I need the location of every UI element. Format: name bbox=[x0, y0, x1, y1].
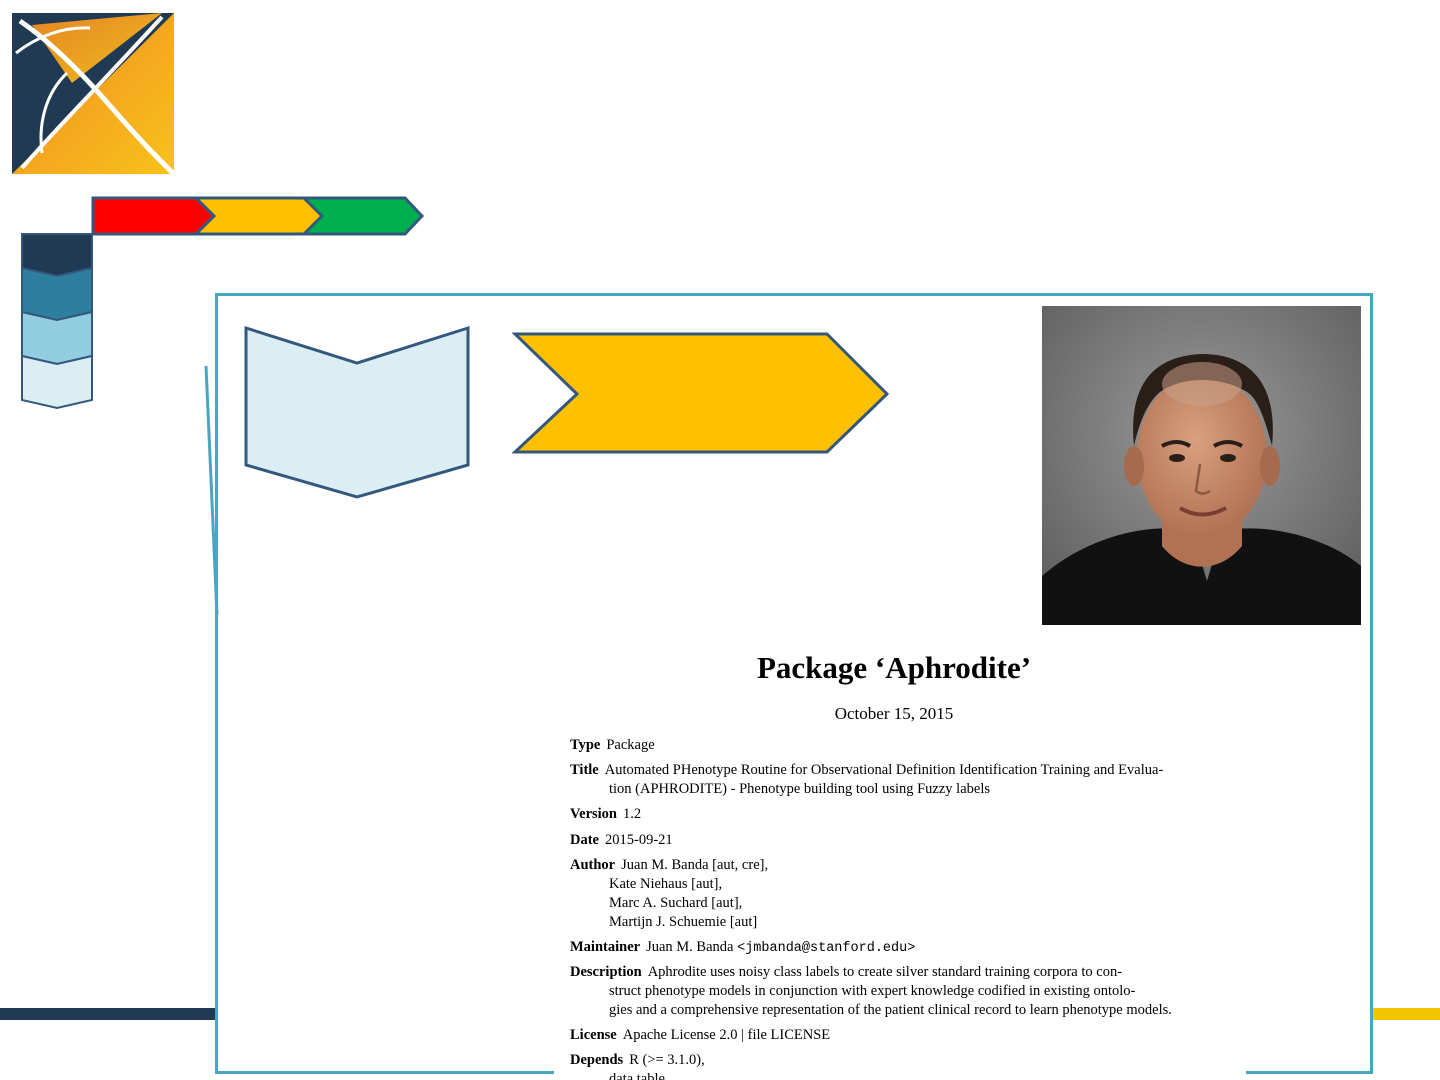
description-line3: gies and a comprehensive representation … bbox=[609, 1002, 1172, 1018]
field-title: Title Automated PHenotype Routine for Obs… bbox=[570, 761, 1230, 799]
document-title: Package ‘Aphrodite’ bbox=[756, 650, 1032, 685]
chevron-pale bbox=[21, 354, 93, 410]
type-value: Package bbox=[606, 737, 655, 753]
depends-label: Depends bbox=[570, 1052, 624, 1068]
chevron-teal bbox=[21, 266, 93, 322]
field-version: Version 1.2 bbox=[570, 805, 1230, 824]
author-label: Author bbox=[570, 857, 616, 873]
title-label: Title bbox=[570, 762, 599, 778]
connector-line bbox=[204, 365, 219, 616]
bottom-right-bar bbox=[1368, 1008, 1440, 1020]
description-label: Description bbox=[570, 964, 642, 980]
document-date: October 15, 2015 bbox=[834, 704, 954, 723]
portrait-photo bbox=[1042, 306, 1361, 625]
version-label: Version bbox=[570, 806, 617, 822]
version-value: 1.2 bbox=[623, 806, 642, 822]
field-type: Type Package bbox=[570, 736, 1230, 755]
maintainer-name: Juan M. Banda bbox=[646, 939, 734, 955]
title-line1: Automated PHenotype Routine for Observat… bbox=[604, 762, 1164, 778]
progress-arrows bbox=[91, 196, 425, 236]
package-document: Package ‘Aphrodite’ October 15, 2015 Typ… bbox=[554, 640, 1246, 1080]
description-line1: Aphrodite uses noisy class labels to cre… bbox=[647, 964, 1123, 980]
depends-line1: R (>= 3.1.0), bbox=[629, 1052, 705, 1068]
license-label: License bbox=[570, 1027, 617, 1043]
author-line1: Juan M. Banda [aut, cre], bbox=[621, 857, 769, 873]
ohdsi-logo-icon bbox=[12, 13, 174, 174]
author-line2: Kate Niehaus [aut], bbox=[609, 876, 723, 892]
red-arrow bbox=[91, 196, 218, 236]
title-line2: tion (APHRODITE) - Phenotype building to… bbox=[609, 781, 990, 797]
description-line2: struct phenotype models in conjunction w… bbox=[609, 983, 1136, 999]
author-line3: Marc A. Suchard [aut], bbox=[609, 895, 743, 911]
date-label: Date bbox=[570, 832, 599, 848]
field-maintainer: Maintainer Juan M. Banda <jmbanda@stanfor… bbox=[570, 938, 1230, 958]
pale-chevron-shape bbox=[244, 325, 470, 499]
date-value: 2015-09-21 bbox=[605, 832, 673, 848]
maintainer-email: <jmbanda@stanford.edu> bbox=[737, 941, 916, 956]
author-line4: Martijn J. Schuemie [aut] bbox=[609, 914, 758, 930]
field-author: Author Juan M. Banda [aut, cre], Kate Nie… bbox=[570, 856, 1230, 932]
amber-arrow bbox=[192, 196, 327, 236]
field-depends: Depends R (>= 3.1.0), data.table, bbox=[570, 1051, 1230, 1080]
depends-line2: data.table, bbox=[609, 1071, 669, 1080]
maintainer-label: Maintainer bbox=[570, 939, 641, 955]
bottom-left-bar bbox=[0, 1008, 216, 1020]
license-value: Apache License 2.0 | file LICENSE bbox=[622, 1027, 831, 1043]
amber-chevron-shape bbox=[512, 332, 890, 454]
type-label: Type bbox=[570, 737, 601, 753]
field-date: Date 2015-09-21 bbox=[570, 831, 1230, 850]
chevron-stack bbox=[21, 233, 93, 410]
chevron-light bbox=[21, 310, 93, 366]
field-description: Description Aphrodite uses noisy class la… bbox=[570, 963, 1230, 1020]
field-license: License Apache License 2.0 | file LICENSE bbox=[570, 1026, 1230, 1045]
green-arrow bbox=[300, 196, 425, 236]
